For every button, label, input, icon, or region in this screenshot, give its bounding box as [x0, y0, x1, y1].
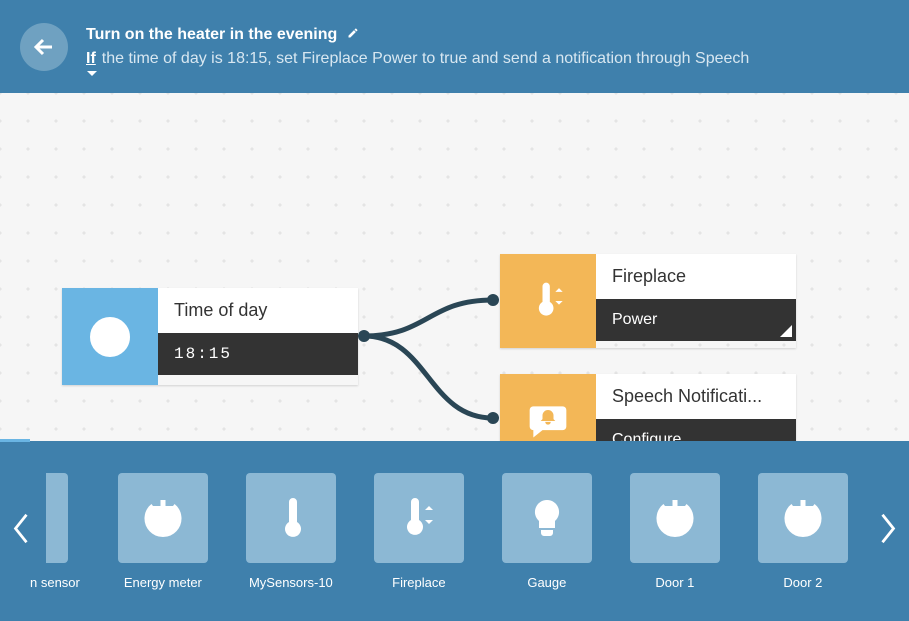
bulb-icon: [502, 473, 592, 563]
header-text: Turn on the heater in the evening If the…: [86, 26, 749, 68]
palette-item-label: MySensors-10: [249, 575, 333, 590]
chevron-down-icon: [87, 71, 97, 76]
action-title: Speech Notificati...: [596, 374, 796, 419]
thermometer-icon: [246, 473, 336, 563]
palette-item-label: Fireplace: [392, 575, 445, 590]
trigger-value[interactable]: 18:15: [158, 333, 358, 375]
palette-prev-button[interactable]: [10, 511, 32, 552]
palette-item-door-2[interactable]: Door 2: [758, 473, 848, 590]
power-icon: [758, 473, 848, 563]
device-palette: n sensor Energy meter MySensors-10 Firep…: [0, 441, 909, 621]
palette-next-button[interactable]: [877, 511, 899, 552]
palette-item-label: Gauge: [527, 575, 566, 590]
palette-item-label: n sensor: [30, 575, 80, 590]
palette-item-label: Door 2: [783, 575, 822, 590]
flow-canvas[interactable]: Time of day 18:15 Fireplace Power: [0, 93, 909, 441]
palette-items: n sensor Energy meter MySensors-10 Firep…: [30, 473, 848, 590]
header-bar: Turn on the heater in the evening If the…: [0, 0, 909, 93]
power-icon: [118, 473, 208, 563]
thermostat-icon: [500, 254, 596, 348]
palette-item-label: Energy meter: [124, 575, 202, 590]
thermostat-icon: [374, 473, 464, 563]
palette-item-gauge[interactable]: Gauge: [502, 473, 592, 590]
if-dropdown[interactable]: If: [86, 50, 96, 68]
action-value[interactable]: Power: [596, 299, 796, 341]
rule-title[interactable]: Turn on the heater in the evening: [86, 26, 337, 44]
rule-description: the time of day is 18:15, set Fireplace …: [102, 50, 750, 68]
clock-icon: [62, 288, 158, 385]
edit-icon[interactable]: [347, 26, 359, 44]
action-node-fireplace[interactable]: Fireplace Power: [500, 254, 796, 348]
trigger-title: Time of day: [158, 288, 358, 333]
expand-corner-icon: [780, 325, 792, 337]
back-button[interactable]: [20, 23, 68, 71]
palette-item-mysensors[interactable]: MySensors-10: [246, 473, 336, 590]
palette-selection-indicator: [0, 439, 30, 442]
flow-connectors: [358, 278, 508, 438]
palette-item-sensor[interactable]: n sensor: [30, 473, 80, 590]
power-icon: [630, 473, 720, 563]
action-title: Fireplace: [596, 254, 796, 299]
palette-item-fireplace[interactable]: Fireplace: [374, 473, 464, 590]
trigger-node-time[interactable]: Time of day 18:15: [62, 288, 358, 385]
power-icon: [46, 473, 68, 563]
palette-item-door-1[interactable]: Door 1: [630, 473, 720, 590]
palette-item-energy-meter[interactable]: Energy meter: [118, 473, 208, 590]
palette-item-label: Door 1: [655, 575, 694, 590]
